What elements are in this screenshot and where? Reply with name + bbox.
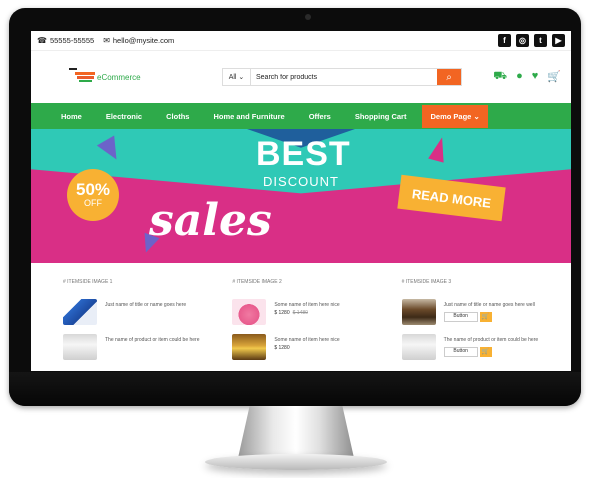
logo-text: eCommerce xyxy=(97,72,141,82)
add-to-cart-icon[interactable]: 🛒 xyxy=(479,311,492,322)
product-column: # ITEMSIDE IMAGE 1 Just name of title or… xyxy=(63,279,232,369)
product-name[interactable]: Some name of item here nice xyxy=(274,302,339,309)
search-icon: ⌕ xyxy=(446,71,452,83)
twitter-icon[interactable]: t xyxy=(534,34,547,47)
nav-item-offers[interactable]: Offers xyxy=(309,112,331,121)
product-thumbnail-sofa[interactable] xyxy=(232,334,267,360)
monitor-stand-base xyxy=(205,454,387,470)
search-button[interactable]: ⌕ xyxy=(437,69,461,85)
product-item[interactable]: Just name of title or name goes here xyxy=(63,299,232,325)
product-item[interactable]: Some name of item here nice $ 1280 xyxy=(232,334,401,360)
product-price: $ 1280 $ 1480 xyxy=(274,310,339,317)
youtube-icon[interactable]: ▶ xyxy=(552,34,565,47)
nav-item-home[interactable]: Home xyxy=(61,112,82,121)
column-title: # ITEMSIDE IMAGE 3 xyxy=(401,279,452,285)
email-contact[interactable]: ✉ hello@mysite.com xyxy=(103,36,174,45)
product-item[interactable]: Just name of title or name goes here wel… xyxy=(401,299,571,325)
product-item[interactable]: The name of product or item could be her… xyxy=(63,334,232,360)
product-thumbnail-camera[interactable] xyxy=(232,299,267,325)
monitor-mockup: ☎ 55555-55555 ✉ hello@mysite.com f ◎ t ▶… xyxy=(0,0,592,478)
column-title: # ITEMSIDE IMAGE 2 xyxy=(232,279,282,285)
logo-cart-icon xyxy=(69,68,95,86)
product-thumbnail-appliance[interactable] xyxy=(401,334,436,360)
banner-subhead: DISCOUNT xyxy=(263,174,339,189)
read-more-button[interactable]: READ MORE xyxy=(397,174,506,222)
product-button[interactable]: Button xyxy=(443,311,478,322)
search-input[interactable] xyxy=(251,69,437,85)
add-to-cart-icon[interactable]: 🛒 xyxy=(479,346,492,357)
phone-icon: ☎ xyxy=(37,36,47,45)
discount-percent: 50% xyxy=(75,180,111,200)
phone-number: 55555-55555 xyxy=(49,36,95,45)
product-button[interactable]: Button xyxy=(443,346,478,357)
product-name[interactable]: Just name of title or name goes here wel… xyxy=(444,302,535,309)
nav-item-demo-page[interactable]: Demo Page ⌄ xyxy=(422,104,488,128)
product-column: # ITEMSIDE IMAGE 2 Some name of item her… xyxy=(232,279,401,369)
search-bar: All ⌄ ⌕ xyxy=(222,68,462,86)
monitor-stand-neck xyxy=(238,406,354,458)
product-name[interactable]: Some name of item here nice xyxy=(274,337,339,344)
user-icon[interactable]: ● xyxy=(516,70,523,84)
product-thumbnail-table[interactable] xyxy=(401,299,436,325)
product-item[interactable]: Some name of item here nice $ 1280 $ 1480 xyxy=(232,299,401,325)
discount-off: OFF xyxy=(84,198,102,209)
discount-badge: 50% OFF xyxy=(67,169,119,221)
product-thumbnail-appliance[interactable] xyxy=(63,334,97,360)
banner-script-text: sales xyxy=(149,195,272,246)
product-item[interactable]: The name of product or item could be her… xyxy=(401,334,571,360)
email-address: hello@mysite.com xyxy=(112,36,175,45)
truck-icon[interactable]: ⛟ xyxy=(493,70,507,84)
mail-icon: ✉ xyxy=(103,36,110,45)
product-thumbnail-iron[interactable] xyxy=(63,299,97,325)
nav-demo-label: Demo Page xyxy=(430,111,472,121)
site-header: eCommerce All ⌄ ⌕ ⛟ ● ♥ 🛒 xyxy=(31,51,571,103)
main-nav: Home Electronic Cloths Home and Furnitur… xyxy=(31,103,571,129)
search-category-label: All xyxy=(228,73,237,81)
product-name[interactable]: Just name of title or name goes here xyxy=(105,302,186,309)
price-current: $ 1280 xyxy=(274,344,290,351)
chevron-down-icon: ⌄ xyxy=(473,111,480,121)
product-section: # ITEMSIDE IMAGE 1 Just name of title or… xyxy=(31,263,571,369)
site-logo[interactable]: eCommerce xyxy=(69,68,189,86)
heart-icon[interactable]: ♥ xyxy=(532,70,539,84)
banner-headline: BEST xyxy=(256,135,351,173)
social-links: f ◎ t ▶ xyxy=(498,34,565,47)
search-category-select[interactable]: All ⌄ xyxy=(223,69,251,85)
product-column: # ITEMSIDE IMAGE 3 Just name of title or… xyxy=(401,279,571,369)
monitor-chin xyxy=(9,372,581,406)
website-screen: ☎ 55555-55555 ✉ hello@mysite.com f ◎ t ▶… xyxy=(31,31,571,371)
product-name[interactable]: The name of product or item could be her… xyxy=(444,337,539,344)
product-price: $ 1280 xyxy=(274,345,339,352)
header-icons: ⛟ ● ♥ 🛒 xyxy=(493,70,561,84)
nav-item-shopping-cart[interactable]: Shopping Cart xyxy=(355,112,407,121)
camera-dot xyxy=(305,14,311,20)
price-old: $ 1480 xyxy=(292,309,308,316)
top-bar: ☎ 55555-55555 ✉ hello@mysite.com f ◎ t ▶ xyxy=(31,31,571,51)
phone-contact[interactable]: ☎ 55555-55555 xyxy=(37,36,94,45)
price-current: $ 1280 xyxy=(274,309,290,316)
facebook-icon[interactable]: f xyxy=(498,34,511,47)
promo-banner[interactable]: BEST DISCOUNT 50% OFF sales READ MORE xyxy=(31,129,571,263)
column-title: # ITEMSIDE IMAGE 1 xyxy=(63,279,113,285)
instagram-icon[interactable]: ◎ xyxy=(516,34,529,47)
cart-icon[interactable]: 🛒 xyxy=(547,70,561,84)
nav-item-electronic[interactable]: Electronic xyxy=(106,112,142,121)
nav-item-cloths[interactable]: Cloths xyxy=(166,112,189,121)
nav-item-home-furniture[interactable]: Home and Furniture xyxy=(213,112,284,121)
product-name[interactable]: The name of product or item could be her… xyxy=(105,337,200,344)
